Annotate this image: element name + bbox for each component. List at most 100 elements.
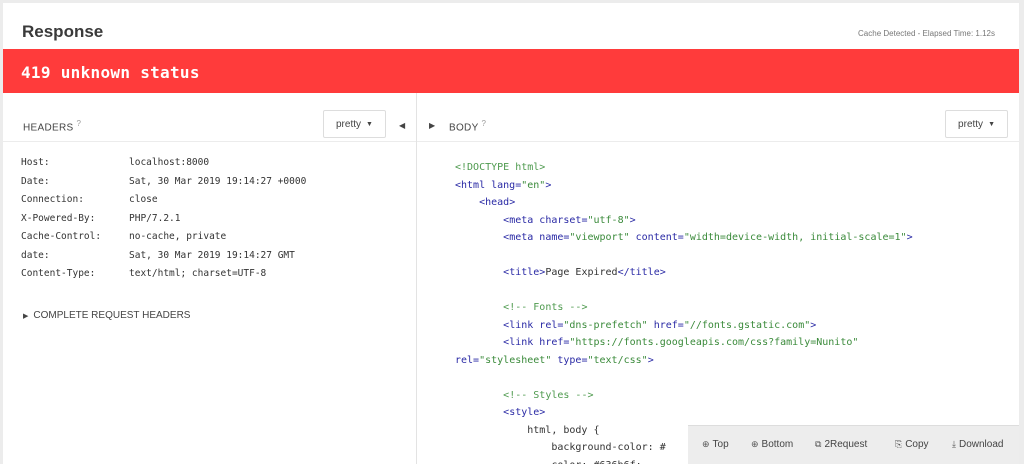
- bottom-button[interactable]: ⊕ Bottom: [751, 439, 793, 450]
- code-token: lang=: [491, 179, 522, 191]
- code-line: <!-- Fonts -->: [455, 299, 913, 317]
- code-token: "stylesheet": [479, 354, 552, 366]
- header-row: Connection: close: [21, 194, 158, 205]
- header-value: no-cache, private: [129, 231, 227, 242]
- code-token: >: [629, 214, 636, 226]
- download-button[interactable]: ⤓ Download: [952, 439, 1003, 450]
- code-line: <title>Page Expired</title>: [455, 264, 913, 282]
- header-row: date: Sat, 30 Mar 2019 19:14:27 GMT: [21, 250, 295, 261]
- request-label: 2Request: [824, 439, 868, 450]
- headers-format-label: pretty: [336, 119, 362, 130]
- headers-label-text: HEADERS: [23, 122, 74, 134]
- bottom-toolbar: ⊕ Top ⊕ Bottom ⧉ 2Request ⎘ Copy ⤓ Download: [688, 425, 1019, 464]
- complete-request-headers-label: COMPLETE REQUEST HEADERS: [33, 310, 191, 321]
- code-token: "utf-8": [587, 214, 630, 226]
- code-token: color: #636b6f;: [551, 460, 641, 464]
- code-line: <link rel="dns-prefetch" href="//fonts.g…: [455, 317, 913, 335]
- code-token: </title>: [617, 267, 666, 278]
- code-token: <meta: [503, 232, 540, 243]
- request-icon: ⧉: [815, 439, 822, 449]
- collapse-left-icon[interactable]: ◀: [399, 121, 405, 130]
- response-header: Response Cache Detected - Elapsed Time: …: [3, 3, 1019, 49]
- code-token: <!-- Styles -->: [503, 389, 594, 401]
- code-token: <title>: [503, 267, 546, 278]
- copy-button[interactable]: ⎘ Copy: [895, 439, 929, 450]
- code-line: <meta name="viewport" content="width=dev…: [455, 229, 912, 247]
- response-title: Response: [22, 22, 104, 41]
- code-token: "//fonts.gstatic.com": [683, 319, 811, 331]
- body-pane-header: ▶ BODY? pretty ▼: [417, 93, 1019, 142]
- download-label: Download: [958, 439, 1004, 450]
- header-key: date:: [21, 249, 50, 261]
- header-key: Date:: [21, 175, 50, 187]
- header-key: Content-Type:: [21, 268, 96, 279]
- code-line: rel="stylesheet" type="text/css">: [455, 352, 913, 370]
- help-icon[interactable]: ?: [482, 119, 487, 128]
- code-line: <html lang="en">: [455, 177, 913, 195]
- body-code: <!DOCTYPE html> <html lang="en"> <head> <…: [455, 159, 913, 464]
- complete-request-headers-toggle[interactable]: ▶ COMPLETE REQUEST HEADERS: [23, 310, 190, 321]
- code-line: <head>: [455, 194, 913, 212]
- headers-format-dropdown[interactable]: pretty ▼: [323, 110, 386, 138]
- expand-right-icon[interactable]: ▶: [429, 121, 435, 130]
- code-token: "width=device-width, initial-scale=1": [683, 232, 907, 243]
- code-token: "dns-prefetch": [563, 319, 648, 331]
- caret-down-icon: ▼: [366, 121, 373, 128]
- code-line: <link href="https://fonts.googleapis.com…: [455, 334, 913, 352]
- code-token: "viewport": [569, 232, 630, 243]
- code-token: <head>: [479, 197, 516, 208]
- header-row: Content-Type: text/html; charset=UTF-8: [21, 268, 266, 279]
- code-line: <meta charset="utf-8">: [455, 212, 913, 230]
- header-value: localhost:8000: [129, 157, 210, 168]
- header-key: X-Powered-By:: [21, 212, 96, 224]
- code-token: html, body {: [527, 424, 600, 436]
- arrow-down-circle-icon: ⊕: [751, 439, 759, 449]
- triangle-right-icon: ▶: [23, 313, 29, 320]
- code-token: "https://fonts.googleapis.com/css?family…: [569, 337, 859, 348]
- code-token: rel=: [455, 354, 480, 366]
- download-icon: ⤓: [952, 439, 956, 449]
- code-token: "en": [521, 179, 546, 191]
- headers-pane: HEADERS? pretty ▼ ◀ Host: localhost:8000 Da…: [3, 93, 417, 464]
- header-value: PHP/7.2.1: [129, 212, 181, 224]
- header-row: Date: Sat, 30 Mar 2019 19:14:27 +0000: [21, 176, 306, 187]
- code-token: >: [810, 319, 817, 331]
- code-token: <!-- Fonts -->: [503, 302, 588, 313]
- headers-pane-header: HEADERS? pretty ▼ ◀: [3, 93, 416, 142]
- body-format-dropdown[interactable]: pretty ▼: [945, 110, 1008, 138]
- code-token: <meta: [503, 214, 540, 226]
- status-bar: 419 unknown status: [3, 49, 1019, 93]
- header-value: Sat, 30 Mar 2019 19:14:27 +0000: [129, 175, 307, 187]
- header-row: Cache-Control: no-cache, private: [21, 231, 226, 242]
- header-key: Host:: [21, 157, 50, 168]
- body-label-text: BODY: [449, 122, 479, 134]
- headers-label: HEADERS?: [23, 119, 81, 133]
- code-token: <style>: [503, 407, 546, 418]
- code-token: <!DOCTYPE html>: [455, 162, 546, 173]
- code-token: content=: [629, 232, 684, 243]
- cache-info: Cache Detected - Elapsed Time: 1.12s: [858, 29, 995, 38]
- code-token: href=: [539, 337, 570, 348]
- request-button[interactable]: ⧉ 2Request: [815, 439, 867, 450]
- bottom-label: Bottom: [761, 439, 794, 450]
- top-button[interactable]: ⊕ Top: [702, 439, 729, 450]
- header-key: Cache-Control:: [21, 231, 102, 242]
- body-label: BODY?: [449, 119, 486, 133]
- body-pane: ▶ BODY? pretty ▼ <!DOCTYPE html> <html lan…: [417, 93, 1019, 464]
- code-token: >: [647, 354, 654, 366]
- header-value: Sat, 30 Mar 2019 19:14:27 GMT: [129, 249, 295, 261]
- response-panel: Response Cache Detected - Elapsed Time: …: [3, 3, 1019, 464]
- code-token: Page Expired: [545, 267, 618, 278]
- code-token: "text/css": [587, 354, 648, 366]
- header-key: Connection:: [21, 194, 84, 205]
- help-icon[interactable]: ?: [76, 119, 81, 128]
